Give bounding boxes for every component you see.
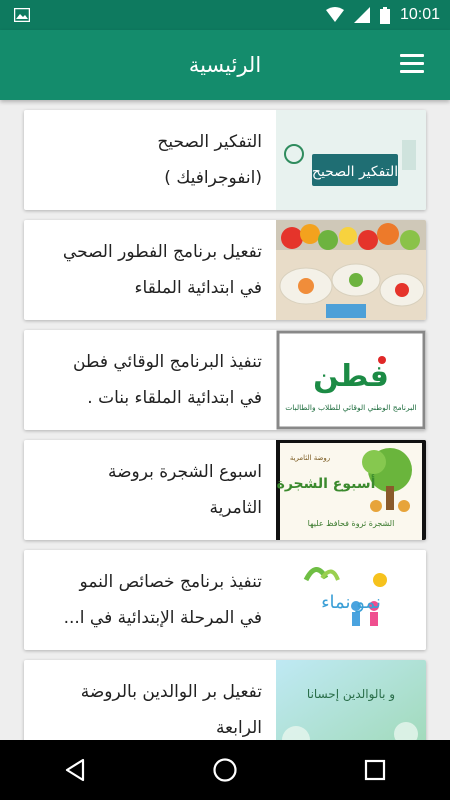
back-triangle-icon <box>65 758 85 782</box>
item-text: تفعيل برنامج الفطور الصحي في ابتدائية ال… <box>42 220 262 320</box>
image-notification-icon <box>14 8 30 22</box>
thumbnail-header: روضة الثامرية <box>290 454 330 462</box>
item-title: تنفيذ برنامج خصائص النمو <box>79 572 262 592</box>
system-navigation-bar <box>0 740 450 800</box>
list-item[interactable]: التفكير الصحيح التفكير الصحيح (انفوجرافي… <box>24 110 426 210</box>
item-title: تنفيذ البرنامج الوقائي فطن <box>72 352 262 372</box>
recents-square-icon <box>364 759 386 781</box>
news-list: التفكير الصحيح التفكير الصحيح (انفوجرافي… <box>24 110 426 770</box>
item-title: التفكير الصحيح <box>157 132 262 152</box>
thumbnail-subtitle: البرنامج الوطني الوقائي للطلاب والطالبات <box>285 403 417 412</box>
item-text: تنفيذ برنامج خصائص النمو في المرحلة الإب… <box>42 550 262 650</box>
item-subtitle: في ابتدائية الملقاء <box>134 278 262 298</box>
item-thumbnail: روضة الثامرية أسبوع الشجرة الشجرة ثروة ف… <box>276 440 426 540</box>
list-item[interactable]: فطن البرنامج الوطني الوقائي للطلاب والطا… <box>24 330 426 430</box>
cell-signal-icon <box>353 7 370 23</box>
item-subtitle: في ابتدائية الملقاء بنات . <box>87 388 262 408</box>
wifi-icon <box>325 7 344 22</box>
thumbnail-title: أسبوع الشجرة <box>277 474 376 492</box>
item-title: اسبوع الشجرة بروضة <box>107 462 262 482</box>
back-button[interactable] <box>45 740 105 800</box>
clock: 10:01 <box>399 6 440 23</box>
item-subtitle: الثامرية <box>209 498 262 518</box>
thumbnail-title: فطن <box>313 359 389 394</box>
list-item[interactable]: تفعيل برنامج الفطور الصحي في ابتدائية ال… <box>24 220 426 320</box>
item-title: تفعيل برنامج الفطور الصحي <box>62 242 262 262</box>
recents-button[interactable] <box>345 740 405 800</box>
item-thumbnail: فطن البرنامج الوطني الوقائي للطلاب والطا… <box>276 330 426 430</box>
item-text: اسبوع الشجرة بروضة الثامرية <box>42 440 262 540</box>
thumbnail-title: و بالوالدين إحسانا <box>307 687 395 702</box>
home-circle-icon <box>213 758 237 782</box>
home-button[interactable] <box>195 740 255 800</box>
item-text: التفكير الصحيح (انفوجرافيك ) <box>42 110 262 210</box>
item-subtitle: في المرحلة الإبتدائية في ا... <box>63 608 262 628</box>
thumbnail-title: نمو نماء <box>321 592 381 613</box>
item-title: تفعيل بر الوالدين بالروضة <box>80 682 262 702</box>
item-text: تنفيذ البرنامج الوقائي فطن في ابتدائية ا… <box>42 330 262 430</box>
item-thumbnail: التفكير الصحيح <box>276 110 426 210</box>
thumbnail-subtitle: الشجرة ثروة فحافظ عليها <box>308 519 395 528</box>
battery-icon <box>379 6 390 24</box>
page-title: الرئيسية <box>188 53 262 77</box>
item-thumbnail <box>276 220 426 320</box>
list-item[interactable]: روضة الثامرية أسبوع الشجرة الشجرة ثروة ف… <box>24 440 426 540</box>
item-thumbnail: نمو نماء <box>276 550 426 650</box>
hamburger-menu-icon[interactable] <box>400 54 424 76</box>
status-bar: 10:01 <box>0 0 450 30</box>
list-item[interactable]: نمو نماء تنفيذ برنامج خصائص النمو في الم… <box>24 550 426 650</box>
thumbnail-caption: التفكير الصحيح <box>312 164 398 180</box>
item-subtitle: (انفوجرافيك ) <box>164 168 262 188</box>
app-bar: الرئيسية <box>0 30 450 100</box>
